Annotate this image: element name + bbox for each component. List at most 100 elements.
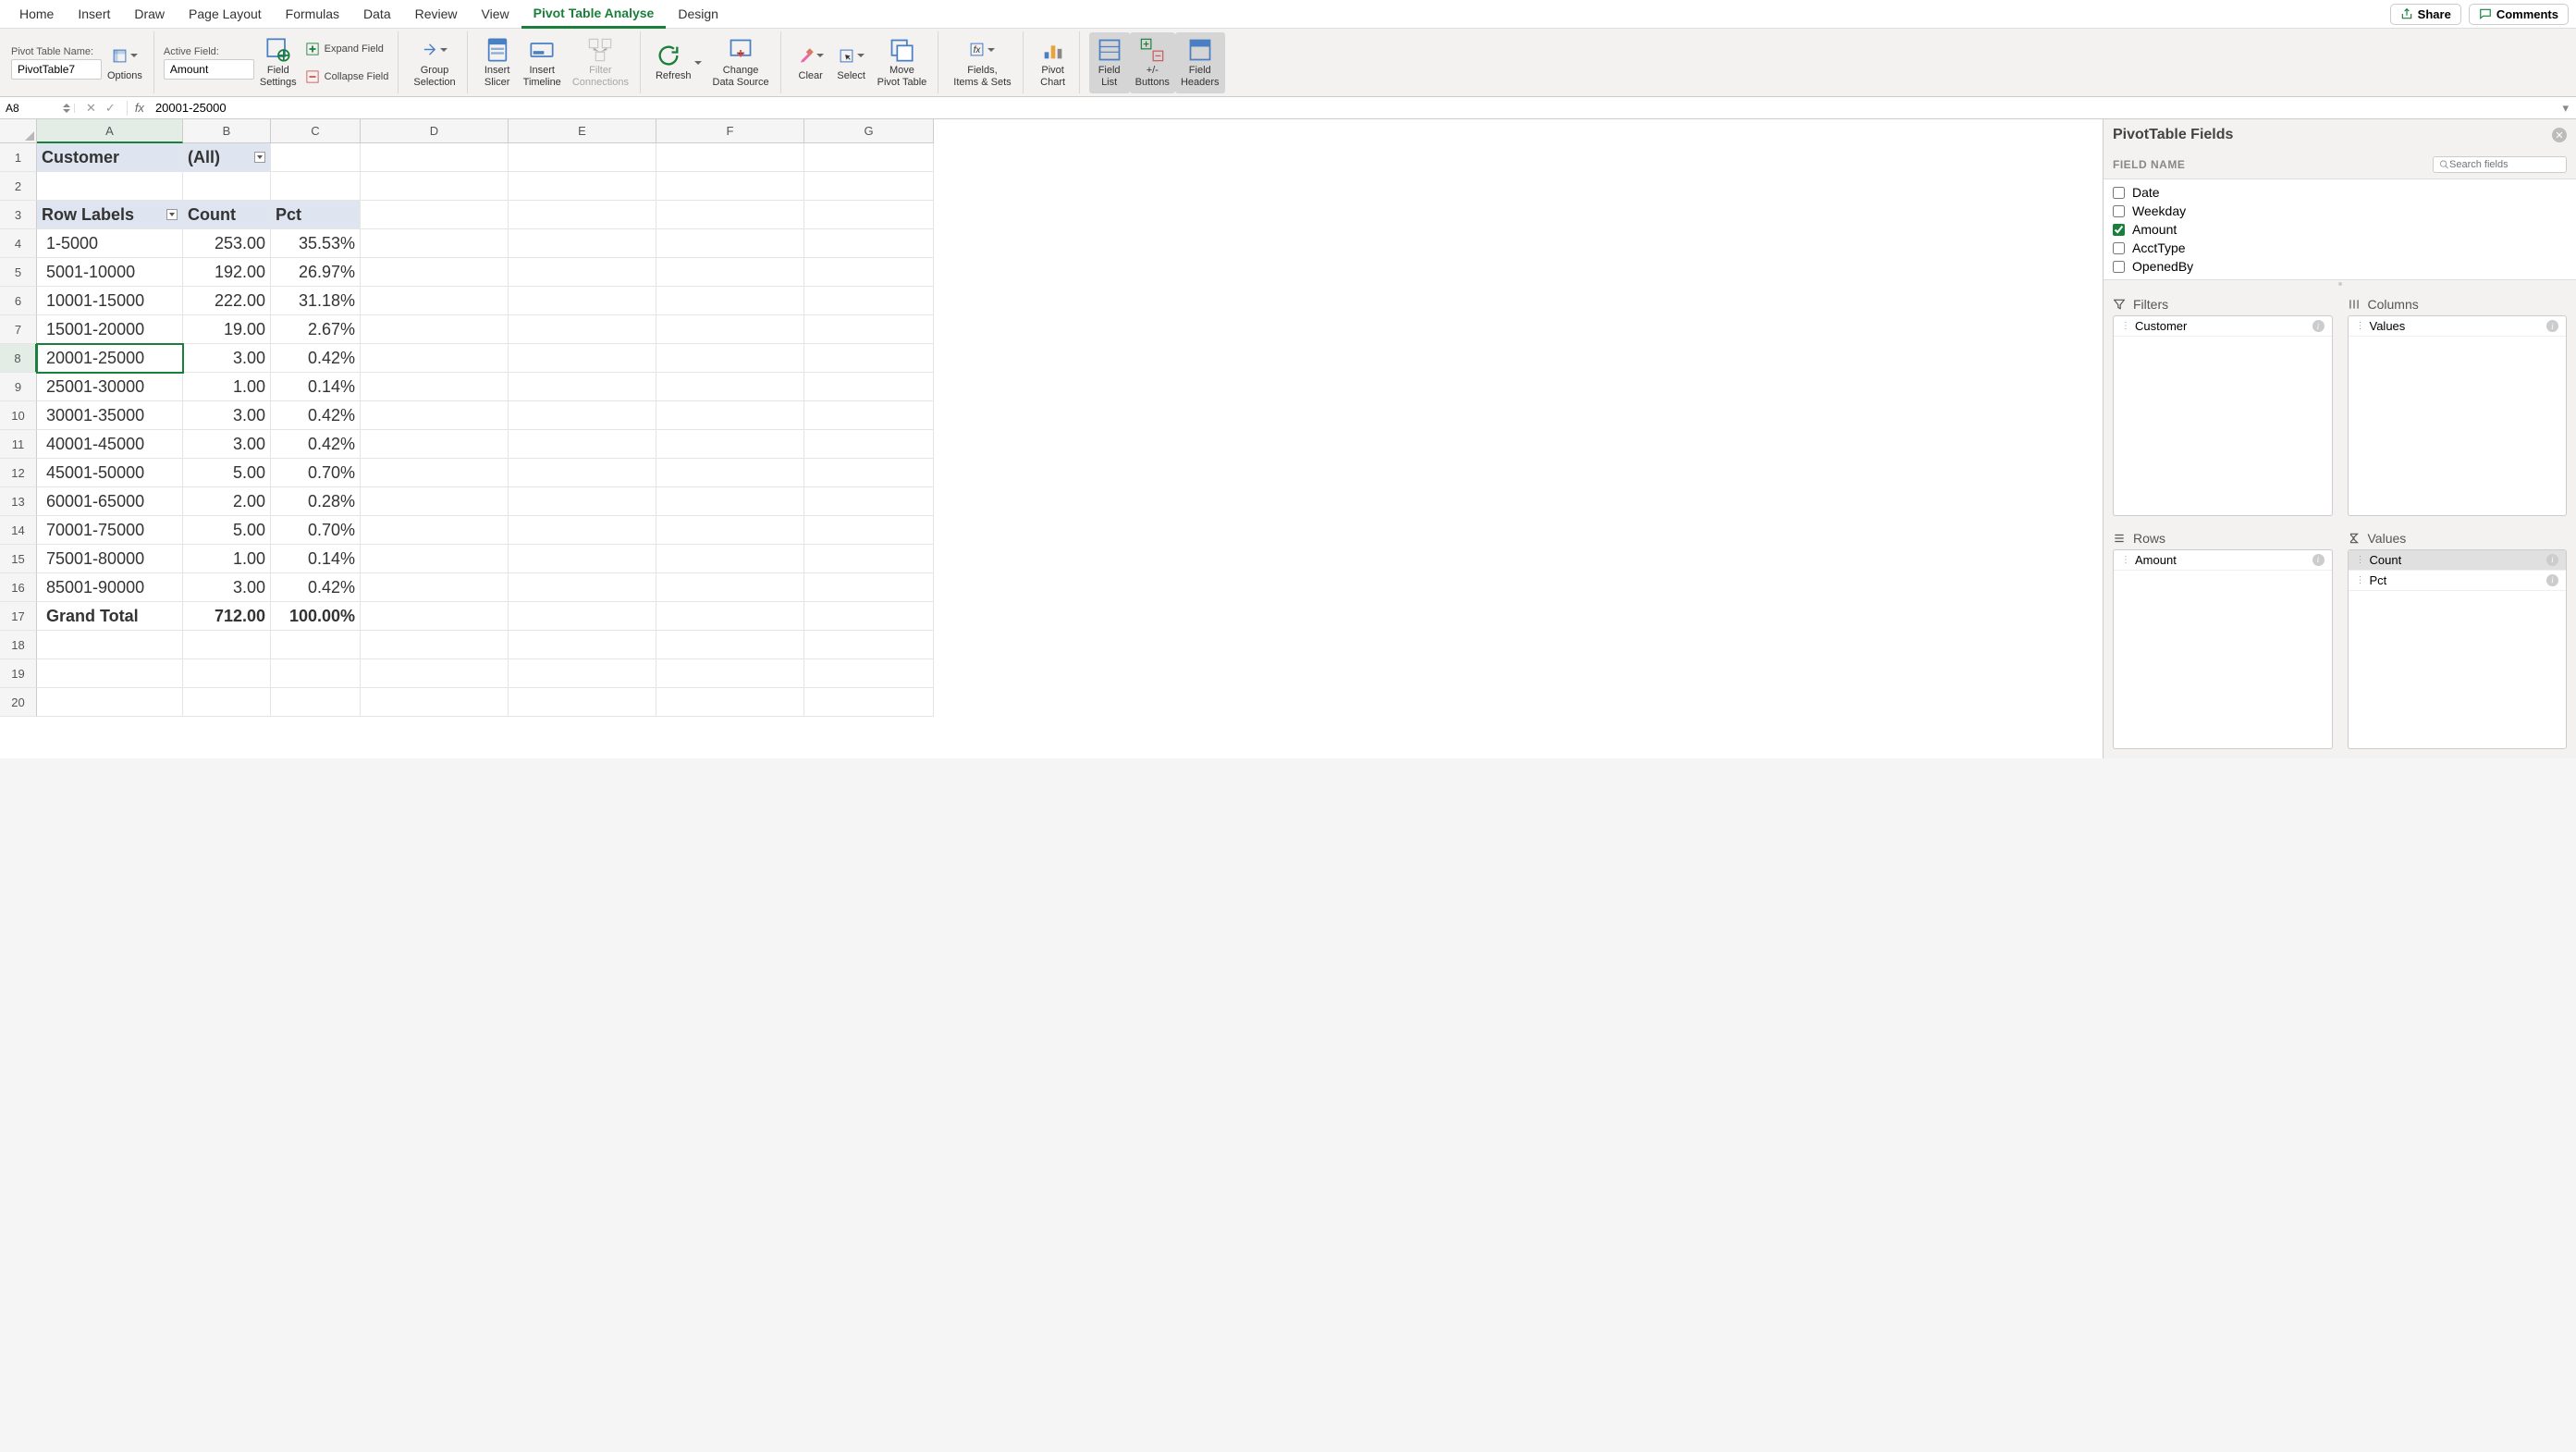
fx-icon[interactable]: fx: [128, 101, 152, 115]
row-head-9[interactable]: 9: [0, 373, 37, 401]
col-head-C[interactable]: C: [271, 119, 361, 143]
row-head-14[interactable]: 14: [0, 516, 37, 545]
cell-G8[interactable]: [804, 344, 934, 373]
drag-handle-icon[interactable]: ⋮: [2121, 555, 2129, 565]
cell-B6[interactable]: 222.00: [183, 287, 271, 315]
cell-F18[interactable]: [656, 631, 804, 659]
cell-G16[interactable]: [804, 573, 934, 602]
cell-E8[interactable]: [509, 344, 656, 373]
field-item-amount[interactable]: Amount: [2104, 220, 2576, 239]
field-checkbox-date[interactable]: [2113, 187, 2125, 199]
pivot-chart-button[interactable]: Pivot Chart: [1033, 32, 1073, 93]
info-icon[interactable]: i: [2546, 574, 2558, 586]
cell-F9[interactable]: [656, 373, 804, 401]
info-icon[interactable]: i: [2312, 320, 2325, 332]
cell-D6[interactable]: [361, 287, 509, 315]
row-head-16[interactable]: 16: [0, 573, 37, 602]
cell-B18[interactable]: [183, 631, 271, 659]
change-data-source-button[interactable]: Change Data Source: [707, 32, 775, 93]
area-item-count[interactable]: ⋮ Count i: [2349, 550, 2567, 571]
cell-C20[interactable]: [271, 688, 361, 717]
cell-E5[interactable]: [509, 258, 656, 287]
cell-C4[interactable]: 35.53%: [271, 229, 361, 258]
cell-E11[interactable]: [509, 430, 656, 459]
tab-review[interactable]: Review: [403, 1, 470, 27]
row-head-19[interactable]: 19: [0, 659, 37, 688]
rows-area[interactable]: ⋮ Amount i: [2113, 549, 2333, 750]
move-pivot-table-button[interactable]: Move Pivot Table: [872, 32, 933, 93]
cell-G15[interactable]: [804, 545, 934, 573]
cell-G9[interactable]: [804, 373, 934, 401]
cell-C17[interactable]: 100.00%: [271, 602, 361, 631]
cell-E6[interactable]: [509, 287, 656, 315]
rowlabels-dropdown-icon[interactable]: [166, 209, 178, 220]
cell-E14[interactable]: [509, 516, 656, 545]
cell-A7[interactable]: 15001-20000: [37, 315, 183, 344]
col-head-E[interactable]: E: [509, 119, 656, 143]
cell-C19[interactable]: [271, 659, 361, 688]
pivot-table-name-input[interactable]: [11, 59, 102, 80]
cell-F6[interactable]: [656, 287, 804, 315]
cell-C16[interactable]: 0.42%: [271, 573, 361, 602]
field-headers-button[interactable]: Field Headers: [1175, 32, 1225, 93]
active-field-input[interactable]: [164, 59, 254, 80]
cell-D13[interactable]: [361, 487, 509, 516]
cell-D19[interactable]: [361, 659, 509, 688]
cell-G2[interactable]: [804, 172, 934, 201]
cell-B2[interactable]: [183, 172, 271, 201]
cell-F13[interactable]: [656, 487, 804, 516]
row-head-8[interactable]: 8: [0, 344, 37, 373]
row-head-11[interactable]: 11: [0, 430, 37, 459]
cell-E2[interactable]: [509, 172, 656, 201]
cell-E17[interactable]: [509, 602, 656, 631]
cell-B12[interactable]: 5.00: [183, 459, 271, 487]
clear-button[interactable]: Clear: [791, 32, 831, 93]
field-checkbox-accttype[interactable]: [2113, 242, 2125, 254]
spreadsheet-grid[interactable]: ABCDEFG1Customer(All)23Row LabelsCountPc…: [0, 119, 2103, 717]
cell-F4[interactable]: [656, 229, 804, 258]
cell-F20[interactable]: [656, 688, 804, 717]
cell-D9[interactable]: [361, 373, 509, 401]
cell-C13[interactable]: 0.28%: [271, 487, 361, 516]
cell-F2[interactable]: [656, 172, 804, 201]
cell-D2[interactable]: [361, 172, 509, 201]
cell-B11[interactable]: 3.00: [183, 430, 271, 459]
select-all-corner[interactable]: [0, 119, 37, 143]
cell-C8[interactable]: 0.42%: [271, 344, 361, 373]
filters-area[interactable]: ⋮ Customer i: [2113, 315, 2333, 516]
cell-C12[interactable]: 0.70%: [271, 459, 361, 487]
cell-G11[interactable]: [804, 430, 934, 459]
cell-G19[interactable]: [804, 659, 934, 688]
cell-G3[interactable]: [804, 201, 934, 229]
drag-handle-icon[interactable]: ⋮: [2121, 321, 2129, 331]
row-head-3[interactable]: 3: [0, 201, 37, 229]
fields-items-sets-button[interactable]: fx Fields, Items & Sets: [948, 32, 1016, 93]
tab-design[interactable]: Design: [666, 1, 730, 27]
expand-field-button[interactable]: Expand Field: [302, 39, 393, 59]
drag-handle-icon[interactable]: ⋮: [2356, 575, 2364, 585]
cell-G20[interactable]: [804, 688, 934, 717]
drag-handle-icon[interactable]: ⋮: [2356, 555, 2364, 565]
cell-B14[interactable]: 5.00: [183, 516, 271, 545]
cell-E1[interactable]: [509, 143, 656, 172]
tab-view[interactable]: View: [470, 1, 521, 27]
cell-B4[interactable]: 253.00: [183, 229, 271, 258]
cell-A8[interactable]: 20001-25000: [37, 344, 183, 373]
col-head-F[interactable]: F: [656, 119, 804, 143]
tab-insert[interactable]: Insert: [66, 1, 122, 27]
cell-A11[interactable]: 40001-45000: [37, 430, 183, 459]
cell-B16[interactable]: 3.00: [183, 573, 271, 602]
comments-button[interactable]: Comments: [2469, 4, 2569, 25]
cell-D1[interactable]: [361, 143, 509, 172]
collapse-field-button[interactable]: Collapse Field: [302, 67, 393, 87]
refresh-button[interactable]: Refresh: [650, 32, 707, 93]
cell-E15[interactable]: [509, 545, 656, 573]
cell-A19[interactable]: [37, 659, 183, 688]
plus-minus-buttons-button[interactable]: +/- Buttons: [1130, 32, 1175, 93]
cell-E12[interactable]: [509, 459, 656, 487]
close-pane-icon[interactable]: ✕: [2552, 128, 2567, 142]
cell-F19[interactable]: [656, 659, 804, 688]
cell-A15[interactable]: 75001-80000: [37, 545, 183, 573]
cell-D7[interactable]: [361, 315, 509, 344]
cell-A14[interactable]: 70001-75000: [37, 516, 183, 545]
